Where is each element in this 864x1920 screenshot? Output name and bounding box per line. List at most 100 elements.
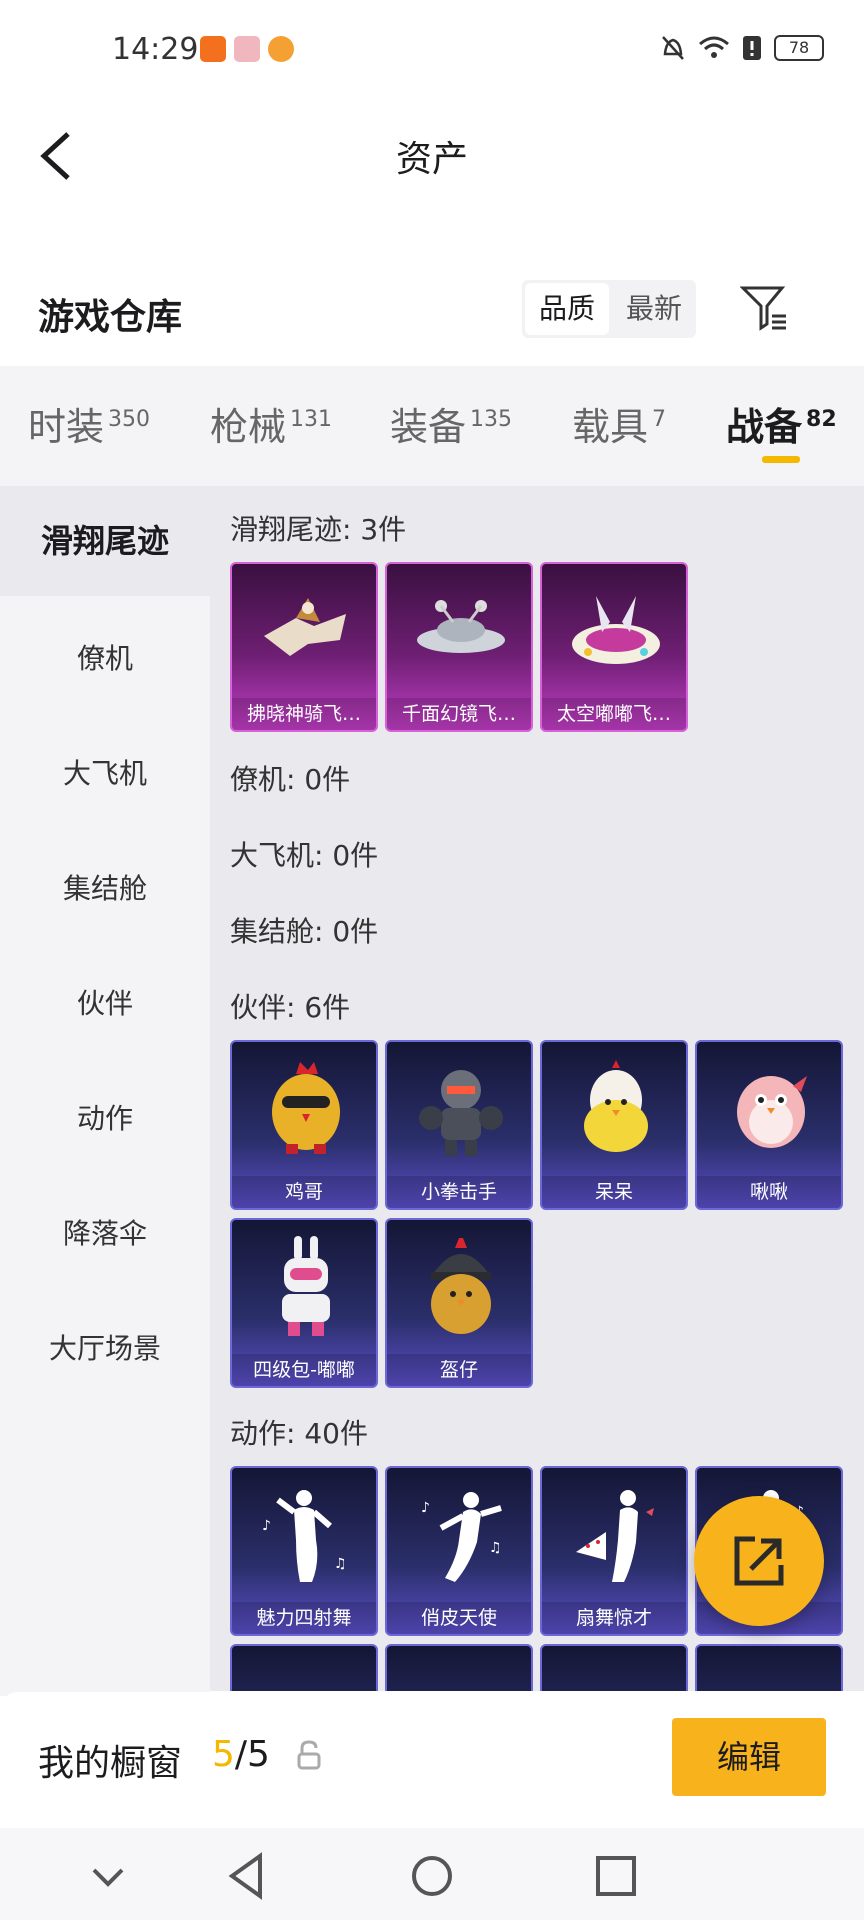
showcase-bar: 我的橱窗 5/5 编辑 xyxy=(0,1692,864,1828)
tab-label: 载具 xyxy=(572,405,649,449)
partner-boxer-image xyxy=(419,1070,503,1156)
partner-bird-image xyxy=(737,1076,807,1148)
item-card[interactable]: ♪ ♫ 魅力四射舞 xyxy=(230,1466,378,1636)
group-label-plane: 大飞机: 0件 xyxy=(230,839,379,872)
item-card-label: 盔仔 xyxy=(387,1354,531,1386)
system-icons: 78 xyxy=(660,34,824,62)
notification-icons xyxy=(200,36,294,62)
sidebar-item-emote[interactable]: 动作 xyxy=(0,1064,210,1174)
filter-icon[interactable] xyxy=(740,284,790,334)
item-card[interactable]: 鸡哥 xyxy=(230,1040,378,1210)
svg-text:♫: ♫ xyxy=(334,1556,347,1572)
tab-label: 战备 xyxy=(726,405,803,449)
status-time: 14:29 xyxy=(112,32,199,67)
emote-dancer-image: ♪♫ xyxy=(421,1492,502,1582)
glide-trail-image xyxy=(572,596,660,664)
alert-icon xyxy=(743,36,761,60)
item-card[interactable]: ♪ ♫ 俏皮天使 xyxy=(385,1466,533,1636)
item-card[interactable]: 四级包-嘟嘟 xyxy=(230,1218,378,1388)
item-card[interactable]: 拂晓神骑飞… xyxy=(230,562,378,732)
sidebar-item-partner[interactable]: 伙伴 xyxy=(0,949,210,1059)
group-label-glide: 滑翔尾迹: 3件 xyxy=(230,513,407,546)
svg-text:♫: ♫ xyxy=(489,1540,502,1556)
partner-robot-image xyxy=(282,1236,330,1336)
edit-button[interactable]: 编辑 xyxy=(672,1718,826,1796)
category-tabs: 时装 350 枪械 131 装备 135 载具 7 战备 82 xyxy=(0,366,864,486)
item-card-label: 俏皮天使 xyxy=(387,1602,531,1634)
item-card[interactable]: 啾啾 xyxy=(695,1040,843,1210)
tab-fashion[interactable]: 时装 350 xyxy=(28,396,150,451)
back-nav-icon[interactable] xyxy=(218,1846,278,1906)
page-title: 资产 xyxy=(395,139,468,180)
item-card-label: 扇舞惊才 xyxy=(542,1602,686,1634)
sidebar: 滑翔尾迹 僚机 大飞机 集结舱 伙伴 动作 降落伞 大厅场景 xyxy=(0,486,210,1696)
tab-count: 82 xyxy=(806,407,837,433)
item-card[interactable] xyxy=(230,1644,378,1691)
wifi-icon xyxy=(699,36,729,58)
home-nav-icon[interactable] xyxy=(402,1846,462,1906)
tab-label: 枪械 xyxy=(210,405,287,449)
tab-label: 装备 xyxy=(390,405,467,449)
item-card-label: 魅力四射舞 xyxy=(232,1602,376,1634)
svg-text:♪: ♪ xyxy=(421,1500,430,1516)
item-card[interactable]: 太空嘟嘟飞… xyxy=(540,562,688,732)
status-bar: 14:29 78 xyxy=(0,0,864,104)
tab-guns[interactable]: 枪械 131 xyxy=(210,396,332,451)
item-card[interactable] xyxy=(385,1644,533,1691)
warehouse-header: 游戏仓库 品质 最新 xyxy=(0,270,864,354)
chevron-down-icon[interactable] xyxy=(78,1846,138,1906)
item-card[interactable] xyxy=(540,1644,688,1691)
tab-vehicles[interactable]: 载具 7 xyxy=(572,396,666,451)
taobao-app-icon xyxy=(200,36,226,62)
sidebar-item-lobby-scene[interactable]: 大厅场景 xyxy=(0,1294,210,1404)
sort-newest-button[interactable]: 最新 xyxy=(612,280,696,338)
tab-battle-prep[interactable]: 战备 82 xyxy=(726,396,837,451)
sidebar-item-glide-trail[interactable]: 滑翔尾迹 xyxy=(0,486,210,596)
sidebar-item-wingman[interactable]: 僚机 xyxy=(0,604,210,714)
group-label-partner: 伙伴: 6件 xyxy=(230,991,351,1024)
item-card-label: 千面幻镜飞… xyxy=(387,698,531,730)
showcase-count: 5/5 xyxy=(212,1734,270,1775)
sidebar-item-parachute[interactable]: 降落伞 xyxy=(0,1179,210,1289)
showcase-title: 我的橱窗 xyxy=(38,1743,183,1784)
emote-fan-dancer-image xyxy=(576,1490,654,1582)
partner-chick-image xyxy=(584,1060,648,1152)
item-card-label: 太空嘟嘟飞… xyxy=(542,698,686,730)
showcase-current: 5 xyxy=(212,1734,235,1775)
active-tab-indicator xyxy=(762,456,800,463)
partner-chicken-image xyxy=(272,1062,340,1154)
item-card-label: 拂晓神骑飞… xyxy=(232,698,376,730)
battery-icon: 78 xyxy=(774,35,824,61)
mute-icon xyxy=(662,36,684,60)
sidebar-item-big-plane[interactable]: 大飞机 xyxy=(0,719,210,829)
header: 资产 xyxy=(0,104,864,204)
system-nav-bar xyxy=(0,1828,864,1920)
item-card[interactable]: 呆呆 xyxy=(540,1040,688,1210)
app-notification-icon xyxy=(234,36,260,62)
item-card[interactable] xyxy=(695,1644,843,1691)
item-card-label: 呆呆 xyxy=(542,1176,686,1208)
sort-toggle: 品质 最新 xyxy=(522,280,697,338)
partner-helmet-image xyxy=(431,1238,491,1334)
lock-icon xyxy=(297,1740,321,1770)
tab-count: 7 xyxy=(652,407,667,433)
tab-count: 350 xyxy=(108,407,151,433)
showcase-total: /5 xyxy=(234,1734,270,1775)
item-card[interactable]: 扇舞惊才 xyxy=(540,1466,688,1636)
item-card-label: 小拳击手 xyxy=(387,1176,531,1208)
group-label-pod: 集结舱: 0件 xyxy=(230,915,379,948)
tab-equipment[interactable]: 装备 135 xyxy=(390,396,512,451)
recents-nav-icon[interactable] xyxy=(586,1846,646,1906)
glide-trail-image xyxy=(417,600,505,653)
item-card-label: 四级包-嘟嘟 xyxy=(232,1354,376,1386)
item-card[interactable]: 小拳击手 xyxy=(385,1040,533,1210)
item-card[interactable]: 盔仔 xyxy=(385,1218,533,1388)
share-icon xyxy=(734,1536,784,1586)
group-label-wingman: 僚机: 0件 xyxy=(230,763,351,796)
share-button[interactable] xyxy=(694,1496,824,1626)
sidebar-item-pod[interactable]: 集结舱 xyxy=(0,834,210,944)
tab-count: 131 xyxy=(290,407,333,433)
sort-quality-button[interactable]: 品质 xyxy=(525,283,610,335)
item-card[interactable]: 千面幻镜飞… xyxy=(385,562,533,732)
item-card-label: 鸡哥 xyxy=(232,1176,376,1208)
